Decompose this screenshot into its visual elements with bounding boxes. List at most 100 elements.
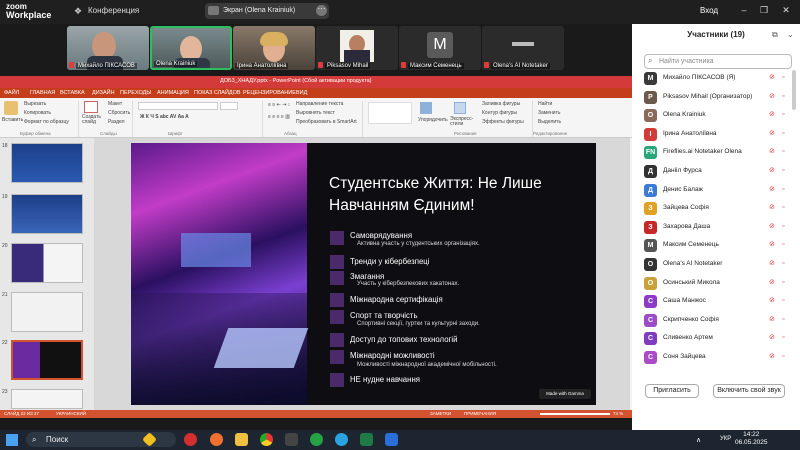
mic-muted-icon[interactable]: ⊘ <box>769 111 777 119</box>
participant-row[interactable]: O Olena Krainiuk ⊘ ▫ <box>632 107 800 124</box>
camera-off-icon[interactable]: ▫ <box>782 241 791 249</box>
mic-muted-icon[interactable]: ⊘ <box>769 279 777 287</box>
camera-off-icon[interactable]: ▫ <box>782 297 791 305</box>
camera-off-icon[interactable]: ▫ <box>782 223 791 231</box>
smartart-button[interactable]: Преобразовать в SmartArt <box>296 119 357 125</box>
chrome-icon[interactable] <box>260 433 273 446</box>
reset-button[interactable]: Сбросить <box>108 110 130 116</box>
align-icons[interactable]: ≡ ≡ ≡ ≡ ▥ <box>268 114 290 120</box>
participant-search-input[interactable]: Найти участника <box>644 54 792 69</box>
slide-thumbnail[interactable] <box>11 194 83 234</box>
zoom-app-icon[interactable] <box>385 433 398 446</box>
paste-icon[interactable] <box>4 101 18 115</box>
comments-button[interactable]: ПРИМЕЧАНИЯ <box>464 411 496 416</box>
slide-thumbnail[interactable] <box>11 389 83 409</box>
slide-thumbnail[interactable] <box>11 292 83 332</box>
new-slide-icon[interactable] <box>84 101 98 113</box>
camera-off-icon[interactable]: ▫ <box>782 93 791 101</box>
mic-muted-icon[interactable]: ⊘ <box>769 353 777 361</box>
mic-muted-icon[interactable]: ⊘ <box>769 148 777 156</box>
camera-off-icon[interactable]: ▫ <box>782 111 791 119</box>
bold-icon[interactable]: Ж К Ч S abc AV Aa A <box>140 114 189 120</box>
participant-row[interactable]: M Максим Семенець ⊘ ▫ <box>632 237 800 254</box>
participant-row[interactable]: С Скрипченко Софія ⊘ ▫ <box>632 312 800 329</box>
unmute-self-button[interactable]: Включить свой звук <box>713 384 785 398</box>
notes-button[interactable]: ЗАМЕТКИ <box>430 411 451 416</box>
invite-button[interactable]: Пригласить <box>645 384 699 398</box>
mic-muted-icon[interactable]: ⊘ <box>769 260 777 268</box>
participant-row[interactable]: P Piksasov Mihail (Организатор) ⊘ ▫ <box>632 89 800 106</box>
participant-row[interactable]: З Зайцева Софія ⊘ ▫ <box>632 200 800 217</box>
font-size-select[interactable] <box>220 102 238 110</box>
participant-row[interactable]: Д Данііл Фурса ⊘ ▫ <box>632 163 800 180</box>
find-button[interactable]: Найти <box>538 101 552 107</box>
mic-muted-icon[interactable]: ⊘ <box>769 93 777 101</box>
tab-insert[interactable]: ВСТАВКА <box>60 90 85 96</box>
mic-muted-icon[interactable]: ⊘ <box>769 297 777 305</box>
shape-outline-button[interactable]: Контур фигуры <box>482 110 517 116</box>
quick-styles-button[interactable]: Экспресс-стили <box>450 117 478 127</box>
language-indicator[interactable]: УКР <box>720 436 731 442</box>
conference-label[interactable]: Конференция <box>88 6 139 15</box>
copy-button[interactable]: Копировать <box>24 110 51 116</box>
participant-row[interactable]: З Захарова Даша ⊘ ▫ <box>632 219 800 236</box>
select-button[interactable]: Выделить <box>538 119 561 125</box>
mic-muted-icon[interactable]: ⊘ <box>769 223 777 231</box>
mic-muted-icon[interactable]: ⊘ <box>769 241 777 249</box>
tab-file[interactable]: ФАЙЛ <box>4 90 19 96</box>
replace-button[interactable]: Заменить <box>538 110 560 116</box>
whatsapp-icon[interactable] <box>310 433 323 446</box>
camera-off-icon[interactable]: ▫ <box>782 186 791 194</box>
mic-muted-icon[interactable]: ⊘ <box>769 74 777 82</box>
section-button[interactable]: Раздел <box>108 119 125 125</box>
participant-row[interactable]: M Михайло ПІКСАСОВ (Я) ⊘ ▫ <box>632 70 800 87</box>
tab-design[interactable]: ДИЗАЙН <box>92 90 115 96</box>
align-text-button[interactable]: Выровнять текст <box>296 110 335 116</box>
paste-button[interactable]: Вставить <box>2 117 23 123</box>
zoom-slider[interactable] <box>540 413 610 415</box>
tab-view[interactable]: ВИД <box>296 90 307 96</box>
scrollbar[interactable] <box>792 70 796 110</box>
screen-share-indicator[interactable]: Экран (Olena Krainiuk) <box>205 3 329 19</box>
mic-muted-icon[interactable]: ⊘ <box>769 186 777 194</box>
mic-muted-icon[interactable]: ⊘ <box>769 334 777 342</box>
camera-off-icon[interactable]: ▫ <box>782 148 791 156</box>
camera-off-icon[interactable]: ▫ <box>782 130 791 138</box>
more-options-icon[interactable]: ··· <box>316 5 327 16</box>
video-tile[interactable]: Olena's AI Notetaker <box>482 26 564 70</box>
video-tile[interactable]: M Максим Семенець <box>399 26 481 70</box>
telegram-icon[interactable] <box>335 433 348 446</box>
login-button[interactable]: Вход <box>700 6 718 15</box>
camera-off-icon[interactable]: ▫ <box>782 74 791 82</box>
slide-thumbnail[interactable] <box>11 243 83 283</box>
zoom-level[interactable]: 74 % <box>613 411 623 416</box>
camera-off-icon[interactable]: ▫ <box>782 204 791 212</box>
participant-row[interactable]: С Сливенко Артем ⊘ ▫ <box>632 330 800 347</box>
text-direction-button[interactable]: Направление текста <box>296 101 343 107</box>
video-tile[interactable]: Piksasov Mihail <box>316 26 398 70</box>
format-painter-button[interactable]: Формат по образцу <box>24 119 69 125</box>
slide-thumbnail-selected[interactable] <box>11 340 83 380</box>
tab-transitions[interactable]: ПЕРЕХОДЫ <box>120 90 151 96</box>
close-icon[interactable]: ✕ <box>780 4 792 16</box>
camera-off-icon[interactable]: ▫ <box>782 334 791 342</box>
clock[interactable]: 14:22 06.05.2025 <box>735 431 768 447</box>
arrange-button[interactable]: Упорядочить <box>418 117 448 123</box>
participant-row[interactable]: O Olena's AI Notetaker ⊘ ▫ <box>632 256 800 273</box>
layout-button[interactable]: Макет <box>108 101 122 107</box>
mic-muted-icon[interactable]: ⊘ <box>769 167 777 175</box>
tab-slideshow[interactable]: ПОКАЗ СЛАЙДОВ <box>194 90 241 96</box>
current-slide[interactable]: Студентське Життя: Не Лише Навчанням Єди… <box>131 143 596 405</box>
tab-home[interactable]: ГЛАВНАЯ <box>30 90 55 96</box>
camera-off-icon[interactable]: ▫ <box>782 260 791 268</box>
camera-off-icon[interactable]: ▫ <box>782 316 791 324</box>
excel-icon[interactable] <box>360 433 373 446</box>
shape-fill-button[interactable]: Заливка фигуры <box>482 101 520 107</box>
video-tile[interactable]: Михайло ПІКСАСОВ <box>67 26 149 70</box>
mic-muted-icon[interactable]: ⊘ <box>769 204 777 212</box>
list-icons[interactable]: ≡ ≡ ⇤ ⇥ ↕ <box>268 102 290 108</box>
participant-row[interactable]: FN Fireflies.ai Notetaker Olena ⊘ ▫ <box>632 144 800 161</box>
camera-off-icon[interactable]: ▫ <box>782 279 791 287</box>
arrange-icon[interactable] <box>420 102 432 114</box>
participant-row[interactable]: С Соня Зайцева ⊘ ▫ <box>632 349 800 366</box>
